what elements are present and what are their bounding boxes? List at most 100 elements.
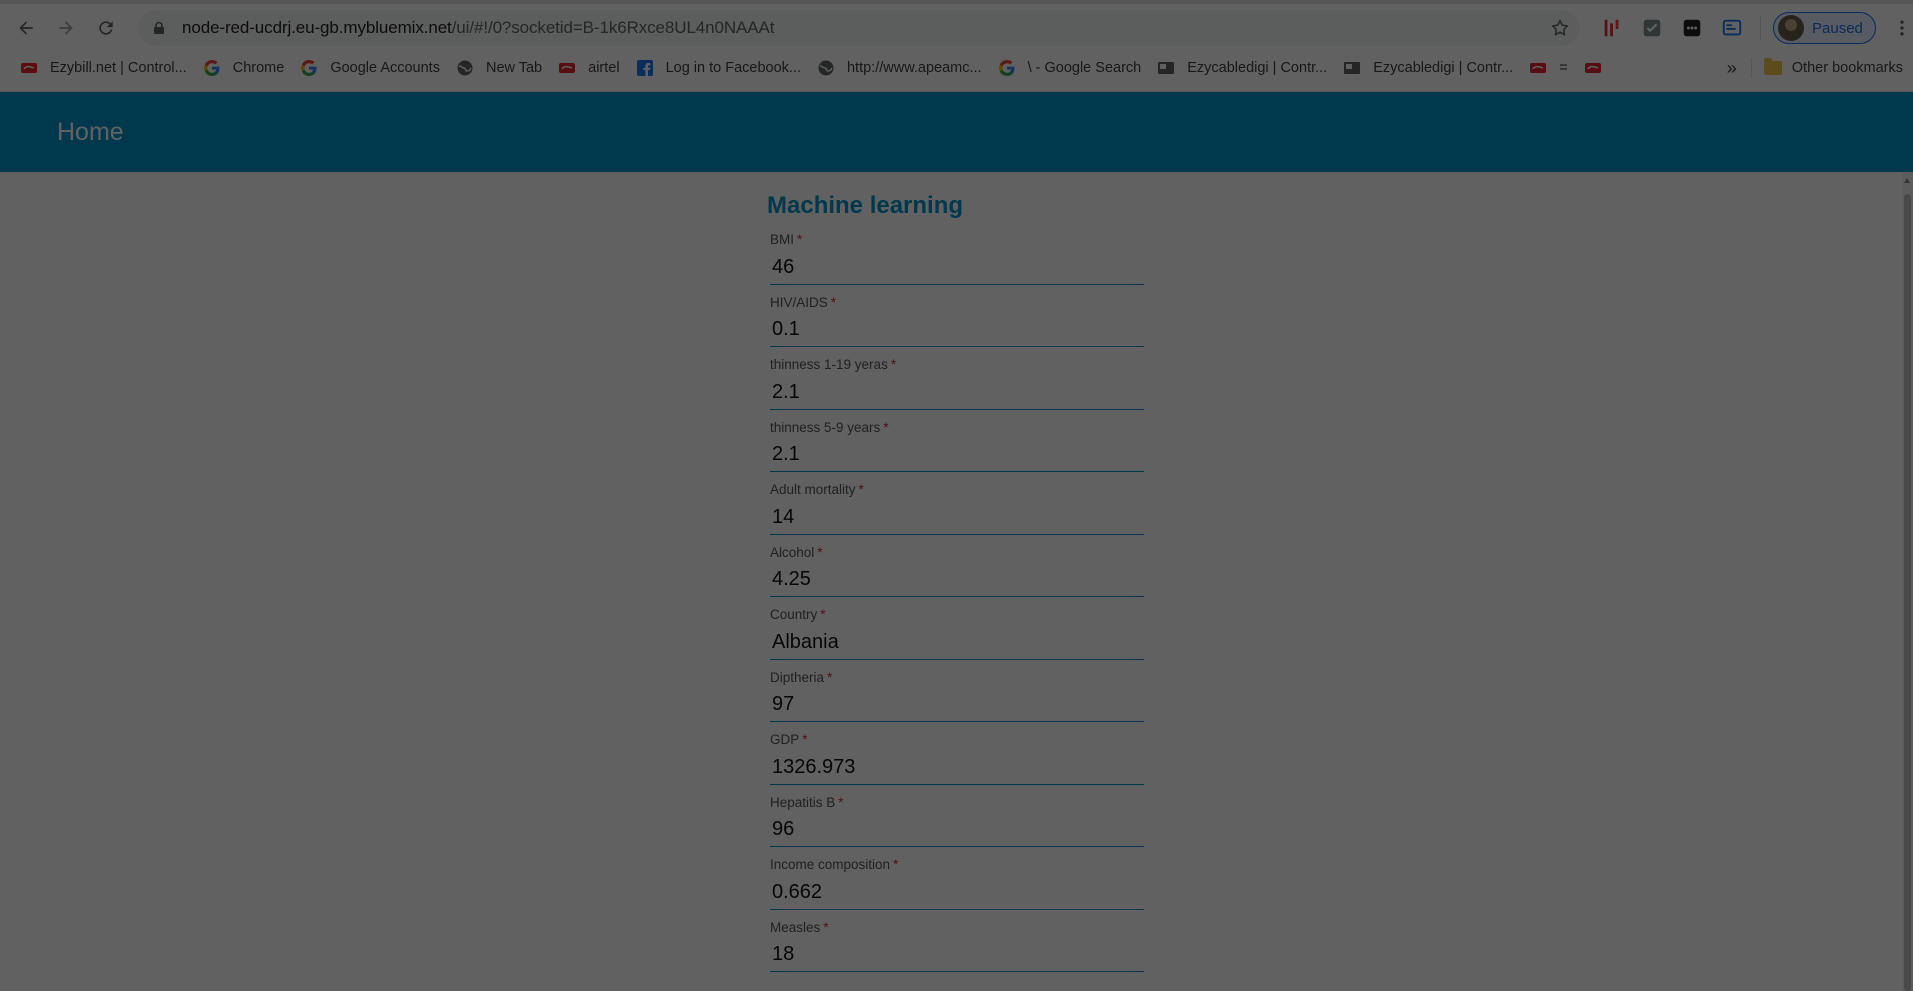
- form-field: BMI *: [764, 232, 1144, 285]
- bookmark-item[interactable]: Ezybill.net | Control...: [12, 54, 195, 82]
- forward-button[interactable]: [48, 10, 84, 46]
- bookmark-label: Ezycabledigi | Contr...: [1187, 60, 1328, 76]
- field-input[interactable]: [770, 690, 1144, 719]
- form-field: Adult mortality *: [764, 482, 1144, 535]
- form-title: Machine learning: [767, 192, 964, 219]
- more-bookmarks-button[interactable]: »: [1713, 58, 1751, 79]
- field-underline: [770, 846, 1144, 847]
- browser-chrome: node-red-ucdrj.eu-gb.mybluemix.net/ui/#!…: [0, 0, 1913, 92]
- globe-icon: [817, 59, 835, 77]
- scroll-up-icon[interactable]: [1904, 178, 1910, 183]
- globe-icon: [456, 59, 474, 77]
- bookmark-item[interactable]: Chrome: [195, 54, 293, 82]
- field-label-text: thinness 5-9 years: [770, 419, 881, 435]
- avatar: [1778, 15, 1804, 41]
- bookmarks-divider: [1750, 58, 1752, 78]
- field-label-text: Country: [770, 607, 818, 622]
- field-label: thinness 5-9 years *: [770, 420, 1144, 438]
- bookmark-star-icon[interactable]: [1550, 18, 1570, 38]
- back-button[interactable]: [8, 10, 44, 46]
- extension-red-icon[interactable]: [1596, 12, 1628, 44]
- page-title: Home: [57, 117, 124, 146]
- field-label-text: GDP: [770, 732, 800, 747]
- extension-check-icon[interactable]: [1636, 12, 1668, 44]
- extension-news-icon[interactable]: [1716, 12, 1748, 44]
- browser-menu-icon[interactable]: [1892, 18, 1912, 38]
- field-label-text: thinness 1-19 yeras: [770, 357, 888, 372]
- bookmark-item[interactable]: =: [1521, 54, 1575, 82]
- airtel-icon: [558, 59, 576, 77]
- required-marker: *: [827, 669, 833, 685]
- other-bookmarks-label: Other bookmarks: [1791, 60, 1903, 76]
- field-label: Country *: [770, 607, 1144, 625]
- field-input[interactable]: [770, 940, 1144, 969]
- field-input[interactable]: [770, 878, 1144, 906]
- field-label-text: Measles: [770, 919, 821, 935]
- facebook-icon: [636, 59, 654, 77]
- scroll-thumb[interactable]: [1904, 194, 1911, 991]
- form-field: Measles *: [764, 920, 1144, 972]
- reload-button[interactable]: [88, 10, 124, 46]
- address-bar[interactable]: node-red-ucdrj.eu-gb.mybluemix.net/ui/#!…: [138, 10, 1580, 46]
- dashboard-content: Machine learning BMI*HIV/AIDS*thinness 1…: [0, 172, 1902, 991]
- bookmark-item[interactable]: \ - Google Search: [990, 54, 1150, 82]
- bookmark-item[interactable]: New Tab: [448, 54, 550, 82]
- field-label-text: Alcohol: [770, 544, 815, 560]
- page-scrollbar[interactable]: [1902, 172, 1913, 991]
- bookmark-item[interactable]: airtel: [550, 54, 627, 82]
- required-marker: *: [817, 544, 823, 560]
- field-input[interactable]: [770, 253, 1144, 281]
- url-text: node-red-ucdrj.eu-gb.mybluemix.net/ui/#!…: [182, 18, 774, 38]
- form-card: Machine learning BMI*HIV/AIDS*thinness 1…: [764, 192, 1144, 972]
- extension-dots-icon[interactable]: [1676, 12, 1708, 44]
- bookmark-item[interactable]: [1576, 54, 1622, 82]
- bookmark-item[interactable]: http://www.apeamc...: [809, 54, 990, 82]
- required-marker: *: [797, 232, 803, 247]
- google-icon: [203, 59, 221, 77]
- field-label: HIV/AIDS *: [770, 295, 1144, 313]
- form-field: thinness 5-9 years *: [764, 420, 1144, 472]
- field-input[interactable]: [770, 753, 1144, 781]
- bookmark-item[interactable]: Ezycabledigi | Contr...: [1335, 54, 1521, 82]
- field-input[interactable]: [770, 565, 1144, 594]
- field-label: thinness 1-19 yeras *: [770, 357, 1144, 375]
- extensions-area: Paused: [1596, 10, 1912, 46]
- bookmark-item[interactable]: Ezycabledigi | Contr...: [1149, 54, 1335, 82]
- field-input[interactable]: [770, 503, 1144, 531]
- bookmark-label: =: [1559, 60, 1568, 76]
- field-label-text: BMI: [770, 232, 795, 247]
- field-underline: [770, 721, 1144, 722]
- field-label: Adult mortality *: [770, 482, 1144, 500]
- field-label-text: HIV/AIDS: [770, 294, 828, 310]
- field-label: Hepatitis B *: [770, 795, 1144, 813]
- field-underline: [770, 283, 1144, 285]
- bookmark-item[interactable]: Log in to Facebook...: [628, 54, 809, 82]
- field-input[interactable]: [770, 628, 1144, 656]
- bookmark-label: Google Accounts: [330, 60, 440, 76]
- field-label: Diptheria *: [770, 670, 1144, 688]
- browser-toolbar: node-red-ucdrj.eu-gb.mybluemix.net/ui/#!…: [0, 4, 1913, 52]
- airtel-icon: [1529, 59, 1547, 77]
- form-field: Hepatitis B *: [764, 795, 1144, 847]
- bookmark-item[interactable]: Google Accounts: [292, 54, 448, 82]
- field-label: Measles *: [770, 920, 1144, 938]
- bookmark-label: Chrome: [232, 60, 285, 76]
- required-marker: *: [823, 919, 829, 935]
- field-label: Income composition *: [770, 857, 1144, 875]
- field-input[interactable]: [770, 815, 1144, 844]
- form-field: thinness 1-19 yeras *: [764, 357, 1144, 410]
- profile-status: Paused: [1812, 19, 1863, 37]
- form-field: Income composition *: [764, 857, 1144, 910]
- field-underline: [770, 783, 1144, 785]
- bookmark-label: airtel: [588, 60, 620, 76]
- field-input[interactable]: [770, 440, 1144, 469]
- field-underline: [770, 596, 1144, 597]
- google-icon: [998, 59, 1016, 77]
- field-input[interactable]: [770, 378, 1144, 406]
- field-underline: [770, 471, 1144, 472]
- other-bookmarks[interactable]: Other bookmarks: [1760, 54, 1907, 82]
- field-input[interactable]: [770, 315, 1144, 344]
- profile-button[interactable]: Paused: [1773, 12, 1876, 44]
- airtel-icon: [1584, 59, 1602, 77]
- field-underline: [770, 533, 1144, 535]
